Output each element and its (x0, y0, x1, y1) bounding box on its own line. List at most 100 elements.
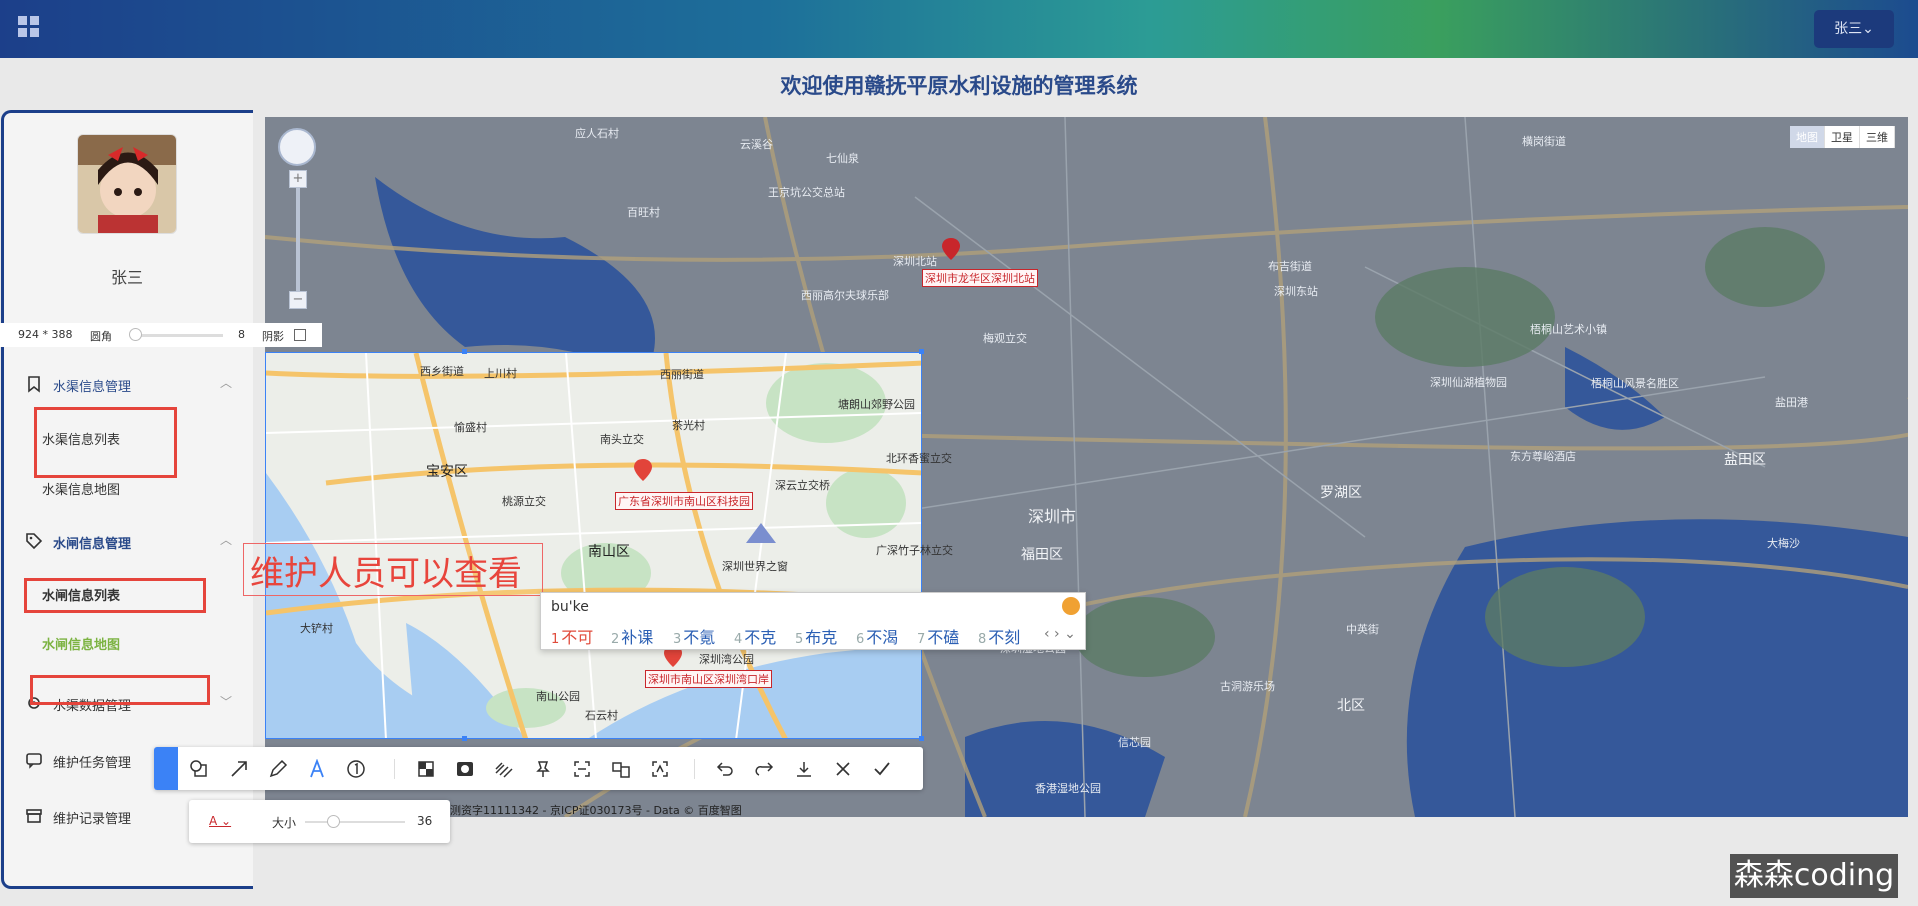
text-tool-button[interactable] (302, 747, 332, 790)
map-poi: 桃源立交 (502, 495, 546, 508)
undo-button[interactable] (710, 747, 740, 790)
map-type-3d[interactable]: 三维 (1860, 126, 1895, 148)
font-size-knob[interactable] (327, 815, 340, 828)
map-poi: 深圳湾公园 (699, 653, 754, 666)
menu-group-channel-info[interactable]: 水渠信息管理 ︿ (5, 364, 253, 404)
size-readout: 924 * 388 (18, 328, 73, 341)
app-grid-icon[interactable] (18, 16, 40, 38)
bookmark-icon (28, 376, 40, 393)
address-label: 深圳市龙华区深圳北站 (922, 269, 1038, 287)
shape-tool-button[interactable] (184, 747, 214, 790)
corner-slider-knob[interactable] (129, 328, 142, 341)
map-district: 罗湖区 (1320, 485, 1362, 501)
chat-icon (26, 753, 42, 769)
mosaic-tool-button[interactable] (411, 747, 441, 790)
top-bar: 张三⌄ (0, 0, 1918, 58)
map-type-satellite[interactable]: 卫星 (1825, 126, 1860, 148)
arrow-tool-button[interactable] (224, 747, 254, 790)
map-poi: 古洞游乐场 (1220, 680, 1275, 693)
download-button[interactable] (789, 747, 819, 790)
capture-icon (652, 760, 668, 777)
blur-tool-button[interactable] (450, 747, 480, 790)
ime-candidate[interactable]: 6 不渴 (856, 624, 898, 648)
translate-icon (612, 761, 630, 778)
ime-candidate[interactable]: 1 不可 (551, 624, 593, 648)
corner-label: 圆角 (90, 330, 112, 343)
corner-slider[interactable] (131, 334, 223, 337)
text-icon (310, 758, 324, 777)
zoom-in-button[interactable]: + (289, 170, 307, 188)
font-size-value: 36 (417, 814, 433, 828)
shadow-checkbox[interactable] (294, 329, 306, 341)
map-type-map[interactable]: 地图 (1790, 126, 1825, 148)
map-poi: 大铲村 (300, 622, 333, 635)
map-poi: 大梅沙 (1767, 537, 1800, 550)
ime-candidate[interactable]: 4 不克 (734, 624, 776, 648)
pen-tool-button[interactable] (263, 747, 293, 790)
ime-candidate[interactable]: 2 补课 (611, 624, 653, 648)
map-pan-control[interactable] (278, 128, 316, 166)
zoom-out-button[interactable]: − (289, 291, 307, 309)
map-poi: 南头立交 (600, 433, 644, 446)
ime-composition: bu'ke (551, 599, 589, 615)
map-poi: 西乡街道 (420, 365, 464, 378)
map-poi: 梅观立交 (983, 332, 1027, 345)
map-poi: 茶光村 (672, 419, 705, 432)
map-poi: 梧桐山风景名胜区 (1591, 377, 1679, 390)
annotation-rectangle (30, 675, 210, 705)
redo-icon (755, 761, 774, 776)
close-icon (836, 761, 850, 776)
menu-item-gate-map[interactable]: 水闸信息地图 (42, 634, 120, 653)
menu-item-channel-map[interactable]: 水渠信息地图 (42, 479, 120, 498)
font-size-slider[interactable] (305, 821, 405, 823)
ime-page-arrows-icon[interactable]: ‹ › ⌄ (1044, 626, 1076, 642)
pin-tool-button[interactable] (154, 747, 178, 790)
font-size-label: 大小 (272, 816, 297, 830)
long-screenshot-button[interactable] (645, 747, 675, 790)
map-poi: 信芯园 (1118, 736, 1151, 749)
text-color-picker[interactable]: A ⌄ (209, 814, 231, 828)
map-poi: 愉盛村 (454, 421, 487, 434)
cancel-button[interactable] (828, 747, 858, 790)
toolbar-divider (694, 759, 695, 779)
map-district: 北区 (1337, 698, 1365, 714)
map-zoom-track[interactable] (296, 180, 300, 300)
ime-candidate[interactable]: 3 不氪 (673, 624, 715, 648)
map-marker-icon[interactable] (942, 238, 960, 260)
text-annotation[interactable]: 维护人员可以查看 (250, 546, 522, 595)
map-poi: 深圳东站 (1274, 285, 1318, 298)
map-district: 深圳市 (1028, 507, 1077, 526)
blur-icon (457, 761, 473, 776)
ime-candidate[interactable]: 7 不磕 (917, 624, 959, 648)
map-poi: 西丽高尔夫球乐部 (801, 289, 889, 302)
map-poi: 石云村 (585, 709, 618, 722)
resize-handle[interactable] (462, 736, 467, 741)
map-poi: 上川村 (484, 367, 517, 380)
resize-handle[interactable] (462, 349, 467, 354)
resize-handle[interactable] (919, 736, 924, 741)
pushpin-icon (536, 760, 550, 777)
page-title: 欢迎使用赣抚平原水利设施的管理系统 (780, 74, 1138, 98)
map-poi: 塘朗山郊野公园 (838, 398, 915, 411)
menu-group-gate-info[interactable]: 水闸信息管理 ︿ (5, 521, 253, 561)
map-marker-icon[interactable] (634, 459, 652, 481)
user-menu-button[interactable]: 张三⌄ (1814, 10, 1894, 48)
ime-candidate[interactable]: 5 布克 (795, 624, 837, 648)
number-icon (347, 759, 365, 778)
number-tool-button[interactable] (341, 747, 371, 790)
chevron-down-icon: ﹀ (220, 695, 233, 709)
translate-button[interactable] (606, 747, 636, 790)
confirm-button[interactable] (867, 747, 897, 790)
ocr-button[interactable] (567, 747, 597, 790)
archive-icon (26, 809, 42, 823)
corner-value: 8 (238, 328, 245, 341)
resize-handle[interactable] (919, 349, 924, 354)
chevron-up-icon: ︿ (220, 533, 233, 547)
redo-button[interactable] (750, 747, 780, 790)
pin-to-screen-button[interactable] (528, 747, 558, 790)
mosaic-icon (418, 760, 434, 777)
map-district: 盐田区 (1724, 452, 1766, 468)
eraser-tool-button[interactable] (489, 747, 519, 790)
ime-candidate-window: bu'ke 1 不可 2 补课 3 不氪 4 不克 5 布克 6 不渴 7 不磕 8 不刻 ‹ … (540, 592, 1086, 650)
ime-candidate[interactable]: 8 不刻 (978, 624, 1020, 648)
